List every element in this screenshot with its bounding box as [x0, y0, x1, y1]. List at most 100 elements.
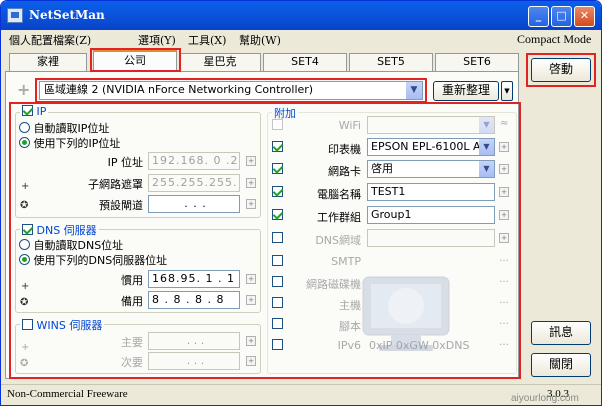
wins-primary-option-icon[interactable]: + — [246, 336, 256, 346]
smtp-more-icon[interactable]: … — [499, 253, 509, 264]
tab-set4[interactable]: SET4 — [263, 53, 347, 71]
smtp-checkbox[interactable] — [272, 255, 283, 266]
chevron-down-icon[interactable]: ▼ — [479, 117, 494, 133]
dns-manual-radio[interactable] — [19, 254, 30, 265]
gateway-option-icon[interactable]: + — [246, 199, 256, 209]
workgroup-checkbox[interactable] — [272, 209, 283, 220]
hosts-more-icon[interactable]: … — [499, 295, 509, 306]
dns-manual-option[interactable]: 使用下列的DNS伺服器位址 — [19, 252, 167, 268]
ip-auto-option[interactable]: 自動讀取IP位址 — [19, 120, 109, 136]
wins-secondary-option-icon[interactable]: + — [246, 356, 256, 366]
printer-select-value: EPSON EPL-6100L Adv — [371, 140, 494, 153]
chevron-down-icon[interactable]: ▼ — [406, 82, 422, 99]
printer-option-icon[interactable]: + — [499, 142, 509, 152]
wins-primary-label: 主要 — [121, 336, 143, 349]
tab-office[interactable]: 公司 — [93, 50, 177, 72]
network-drive-more-icon[interactable]: … — [499, 274, 509, 285]
ip-address-label: IP 位址 — [107, 156, 143, 169]
wins-enable-checkbox[interactable] — [22, 319, 33, 330]
ip-group-title: IP — [20, 105, 49, 118]
menu-help[interactable]: 幫助(W) — [239, 32, 281, 48]
dns-domain-field[interactable] — [367, 229, 495, 247]
ip-group-title-text: IP — [36, 105, 47, 118]
workgroup-option-icon[interactable]: + — [499, 210, 509, 220]
subnet-mask-field[interactable]: 255.255.255. 0 — [148, 174, 240, 192]
nic-checkbox[interactable] — [272, 163, 283, 174]
wins-primary-field[interactable]: . . . — [148, 332, 240, 350]
dns-auto-option[interactable]: 自動讀取DNS位址 — [19, 237, 123, 253]
ip-auto-radio[interactable] — [19, 122, 30, 133]
refresh-dropdown-arrow-icon[interactable]: ▼ — [501, 81, 513, 101]
title-bar[interactable]: NetSetMan _ □ ✕ — [1, 1, 601, 30]
wins-group-title-text: WINS 伺服器 — [36, 319, 103, 332]
ip-enable-checkbox[interactable] — [22, 105, 33, 116]
close-window-button[interactable]: ✕ — [574, 6, 595, 27]
compact-mode-link[interactable]: Compact Mode — [517, 32, 591, 47]
info-button[interactable]: 訊息 — [531, 321, 591, 345]
chevron-down-icon[interactable]: ▼ — [479, 139, 494, 155]
dns-preferred-option-icon[interactable]: + — [246, 274, 256, 284]
tab-set6[interactable]: SET6 — [435, 53, 519, 71]
ip-address-option-icon[interactable]: + — [246, 156, 256, 166]
wifi-label: WiFi — [338, 119, 361, 132]
wins-add-icon[interactable]: + — [21, 342, 29, 353]
computer-name-checkbox[interactable] — [272, 186, 283, 197]
workgroup-label: 工作群組 — [317, 211, 361, 224]
dns-add-icon[interactable]: + — [21, 281, 29, 292]
nic-select[interactable]: 啓用 ▼ — [367, 160, 495, 178]
tab-home[interactable]: 家裡 — [9, 53, 87, 71]
nic-option-icon[interactable]: + — [499, 164, 509, 174]
network-drive-checkbox[interactable] — [272, 276, 283, 287]
minimize-button[interactable]: _ — [528, 6, 549, 27]
dns-domain-option-icon[interactable]: + — [499, 233, 509, 243]
script-checkbox[interactable] — [272, 318, 283, 329]
adapter-select-value: 區域連線 2 (NVIDIA nForce Networking Control… — [44, 83, 314, 96]
nic-select-value: 啓用 — [371, 162, 393, 175]
menu-tools[interactable]: 工具(X) — [188, 32, 226, 48]
printer-label: 印表機 — [328, 143, 361, 156]
script-more-icon[interactable]: … — [499, 316, 509, 327]
ip-settings-icon[interactable]: ✪ — [20, 200, 28, 211]
menu-options[interactable]: 選項(Y) — [138, 32, 176, 48]
tab-starbucks[interactable]: 星巴克 — [179, 53, 261, 71]
dns-domain-checkbox[interactable] — [272, 232, 283, 243]
ipv6-more-icon[interactable]: … — [499, 337, 509, 348]
dns-domain-label: DNS網域 — [315, 234, 361, 247]
refresh-button[interactable]: 重新整理 — [433, 81, 499, 101]
dns-alternate-option-icon[interactable]: + — [246, 295, 256, 305]
wifi-checkbox[interactable] — [272, 119, 283, 130]
ip-address-field[interactable]: 192.168. 0 .201 — [148, 152, 240, 170]
close-button[interactable]: 關閉 — [531, 353, 591, 377]
printer-select[interactable]: EPSON EPL-6100L Adv ▼ — [367, 138, 495, 156]
printer-checkbox[interactable] — [272, 141, 283, 152]
adapter-select[interactable]: 區域連線 2 (NVIDIA nForce Networking Control… — [39, 81, 423, 100]
wifi-select[interactable]: ▼ — [367, 116, 495, 134]
tab-set5[interactable]: SET5 — [349, 53, 433, 71]
wins-secondary-field[interactable]: . . . — [148, 352, 240, 370]
menu-profiles[interactable]: 個人配置檔案(Z) — [9, 32, 91, 48]
hosts-checkbox[interactable] — [272, 297, 283, 308]
gateway-label: 預設閘道 — [99, 199, 143, 212]
maximize-button[interactable]: □ — [551, 6, 572, 27]
wins-settings-icon[interactable]: ✪ — [20, 358, 28, 369]
computer-name-option-icon[interactable]: + — [499, 187, 509, 197]
dns-enable-checkbox[interactable] — [22, 224, 33, 235]
activate-button[interactable]: 啓動 — [531, 58, 591, 82]
dns-settings-icon[interactable]: ✪ — [20, 297, 28, 308]
add-adapter-icon[interactable]: + — [17, 82, 30, 98]
dns-alternate-field[interactable]: 8 . 8 . 8 . 8 — [148, 291, 240, 309]
ip-manual-option[interactable]: 使用下列的IP位址 — [19, 135, 120, 151]
computer-name-field[interactable]: TEST1 — [367, 183, 495, 201]
subnet-mask-option-icon[interactable]: + — [246, 178, 256, 188]
smtp-label: SMTP — [331, 255, 361, 268]
dns-auto-radio[interactable] — [19, 239, 30, 250]
chevron-down-icon[interactable]: ▼ — [479, 161, 494, 177]
app-window: NetSetMan _ □ ✕ 個人配置檔案(Z) 選項(Y) 工具(X) 幫助… — [0, 0, 602, 406]
gateway-field[interactable]: . . . — [148, 195, 240, 213]
workgroup-field[interactable]: Group1 — [367, 206, 495, 224]
watermark-text: aiyourlong.com — [511, 393, 579, 404]
ip-manual-radio[interactable] — [19, 137, 30, 148]
dns-preferred-field[interactable]: 168.95. 1 . 1 — [148, 270, 240, 288]
ip-add-icon[interactable]: + — [21, 181, 29, 192]
ipv6-checkbox[interactable] — [272, 339, 283, 350]
